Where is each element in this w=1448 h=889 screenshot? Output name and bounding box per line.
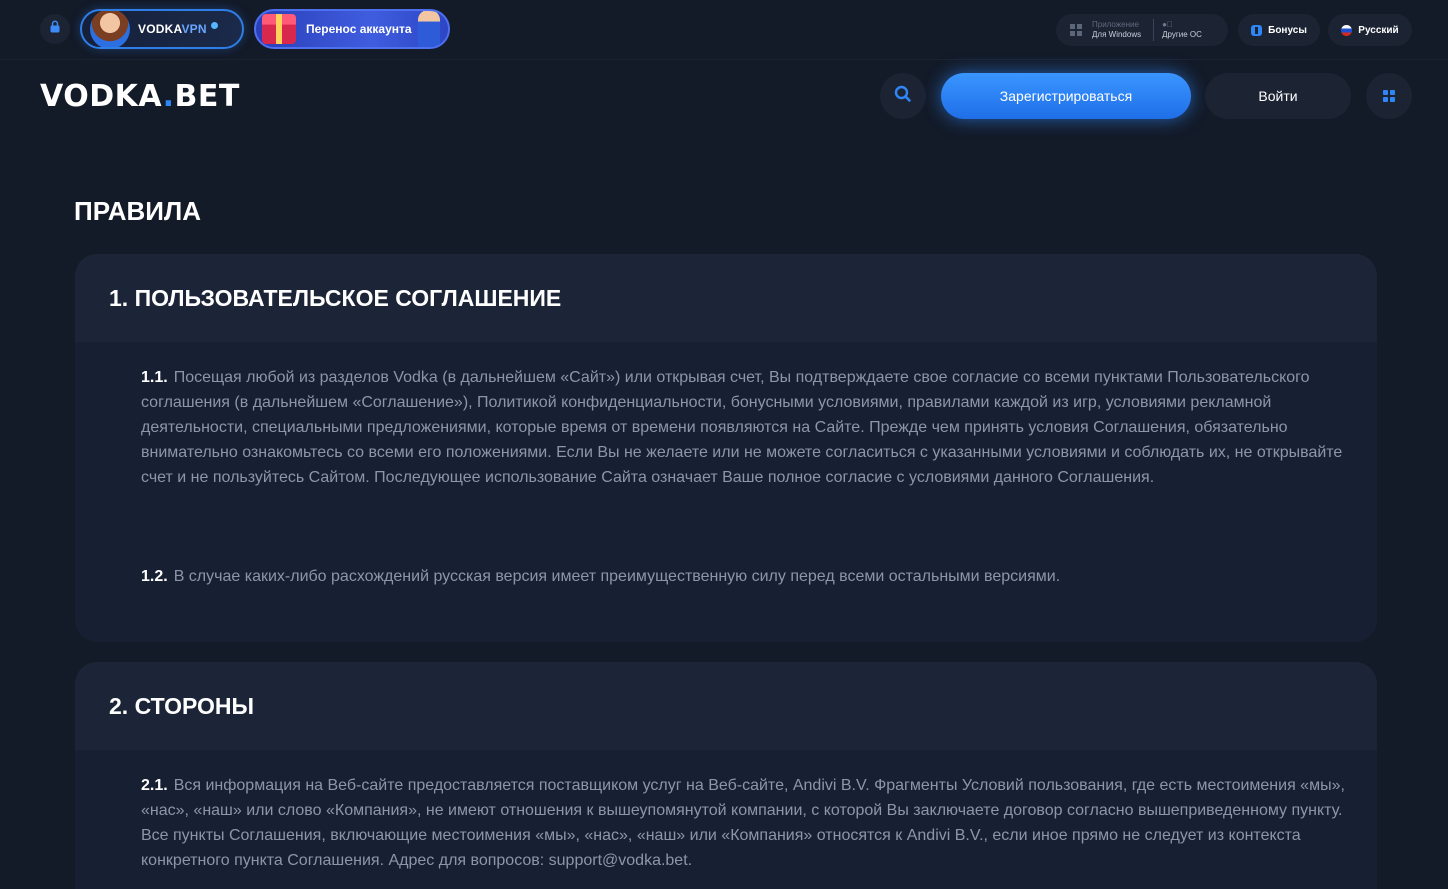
vpn-promo-label: VODKAVPN [138, 22, 207, 36]
vpn-mascot-image [90, 11, 130, 47]
vpn-brand: VODKA [138, 22, 182, 36]
page: VODKAVPN Перенос аккаунта Приложение Для… [0, 0, 1448, 889]
language-label: Русский [1358, 24, 1399, 36]
bonus-icon [1251, 24, 1263, 36]
clause-2-1: 2.1. Вся информация на Веб-сайте предоста… [141, 773, 1355, 873]
account-transfer-banner[interactable]: Перенос аккаунта [254, 9, 450, 49]
page-title: ПРАВИЛА [74, 196, 202, 226]
site-logo[interactable]: VODKA.BET [40, 79, 240, 114]
menu-grid-button[interactable] [1366, 73, 1412, 119]
other-os-label: Другие ОС [1162, 30, 1202, 39]
register-button[interactable]: Зарегистрироваться [941, 73, 1191, 119]
lock-button[interactable] [40, 14, 70, 44]
clause-number: 1.2. [141, 568, 168, 585]
vpn-status-dot [210, 21, 218, 29]
gift-icon [262, 14, 296, 44]
top-strip: VODKAVPN Перенос аккаунта Приложение Для… [0, 0, 1448, 60]
clause-text: Вся информация на Веб-сайте предоставляе… [141, 777, 1345, 869]
search-button[interactable] [880, 73, 926, 119]
flag-ru-icon [1341, 24, 1353, 36]
section-user-agreement: 1. ПОЛЬЗОВАТЕЛЬСКОЕ СОГЛАШЕНИЕ 1.1. Посещ… [75, 254, 1377, 642]
windows-label: Для Windows [1092, 30, 1142, 39]
bonuses-label: Бонусы [1268, 24, 1307, 36]
clause-number: 1.1. [141, 369, 168, 386]
vpn-promo-banner[interactable]: VODKAVPN [80, 9, 244, 49]
app-download-pill[interactable]: Приложение Для Windows ● Другие ОС [1056, 14, 1228, 46]
login-button[interactable]: Войти [1205, 73, 1351, 119]
windows-icon [1070, 24, 1082, 36]
clause-text: Посещая любой из разделов Vodka (в дальн… [141, 369, 1343, 486]
clause-1-2: 1.2. В случае каких-либо расхождений русс… [141, 564, 1355, 589]
clause-1-1: 1.1. Посещая любой из разделов Vodka (в д… [141, 365, 1355, 490]
bonuses-button[interactable]: Бонусы [1238, 14, 1320, 46]
windows-app-link[interactable]: Приложение Для Windows [1092, 20, 1141, 40]
section-parties: 2. СТОРОНЫ 2.1. Вся информация на Веб-сай… [75, 662, 1377, 889]
section-heading: 1. ПОЛЬЗОВАТЕЛЬСКОЕ СОГЛАШЕНИЕ [75, 254, 1377, 342]
clause-text: В случае каких-либо расхождений русская … [173, 568, 1061, 585]
section-heading: 2. СТОРОНЫ [75, 662, 1377, 750]
app-divider [1153, 19, 1155, 41]
search-icon [894, 85, 912, 108]
logo-main: VODKA [40, 79, 163, 114]
lock-icon [49, 20, 61, 38]
logo-tail: BET [174, 79, 240, 114]
app-caption: Приложение [1092, 20, 1139, 29]
vpn-accent: VPN [181, 22, 207, 36]
other-os-link[interactable]: ● Другие ОС [1162, 20, 1202, 40]
grid-icon [1383, 90, 1395, 102]
logo-dot: . [162, 79, 175, 114]
android-apple-icon: ● [1162, 20, 1173, 29]
mascot-figure-image [417, 11, 440, 47]
language-selector[interactable]: Русский [1328, 14, 1412, 46]
clause-number: 2.1. [141, 777, 168, 794]
account-transfer-label: Перенос аккаунта [306, 22, 412, 36]
